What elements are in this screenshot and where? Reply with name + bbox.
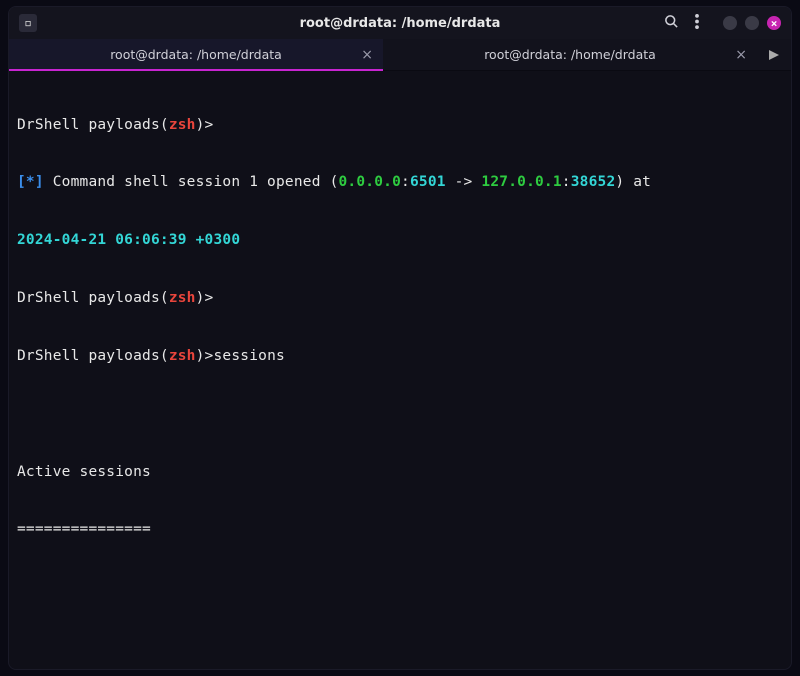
active-sessions-rule: =============== [17,520,783,539]
window-controls [723,16,781,30]
tab-label: root@drdata: /home/drdata [110,47,282,62]
blank-line [17,405,783,424]
terminal-output[interactable]: DrShell payloads(zsh)> [*] Command shell… [9,71,791,669]
tab-2[interactable]: root@drdata: /home/drdata × [383,39,757,70]
tab-1[interactable]: root@drdata: /home/drdata × [9,39,383,70]
new-tab-button[interactable] [757,39,791,70]
prompt-line: DrShell payloads(zsh)> [17,289,783,308]
search-icon[interactable] [664,14,679,33]
blank-line [17,578,783,597]
titlebar: ▫ root@drdata: /home/drdata [9,7,791,39]
prompt-line: DrShell payloads(zsh)>sessions [17,347,783,366]
menu-icon[interactable] [695,14,699,33]
close-icon[interactable]: × [735,47,747,63]
tab-bar: root@drdata: /home/drdata × root@drdata:… [9,39,791,71]
timestamp-line: 2024-04-21 06:06:39 +0300 [17,231,783,250]
sessions-table: Session ID Address Port Country Device T… [17,659,783,669]
close-icon[interactable]: × [361,47,373,63]
titlebar-actions [664,14,781,33]
new-window-icon[interactable]: ▫ [19,14,37,32]
prompt-line: DrShell payloads(zsh)> [17,116,783,135]
terminal-window: ▫ root@drdata: /home/drdata root@drdata:… [8,6,792,670]
session-opened-line: [*] Command shell session 1 opened (0.0.… [17,173,783,192]
tab-label: root@drdata: /home/drdata [484,47,656,62]
maximize-button[interactable] [745,16,759,30]
active-sessions-header: Active sessions [17,463,783,482]
close-button[interactable] [767,16,781,30]
minimize-button[interactable] [723,16,737,30]
